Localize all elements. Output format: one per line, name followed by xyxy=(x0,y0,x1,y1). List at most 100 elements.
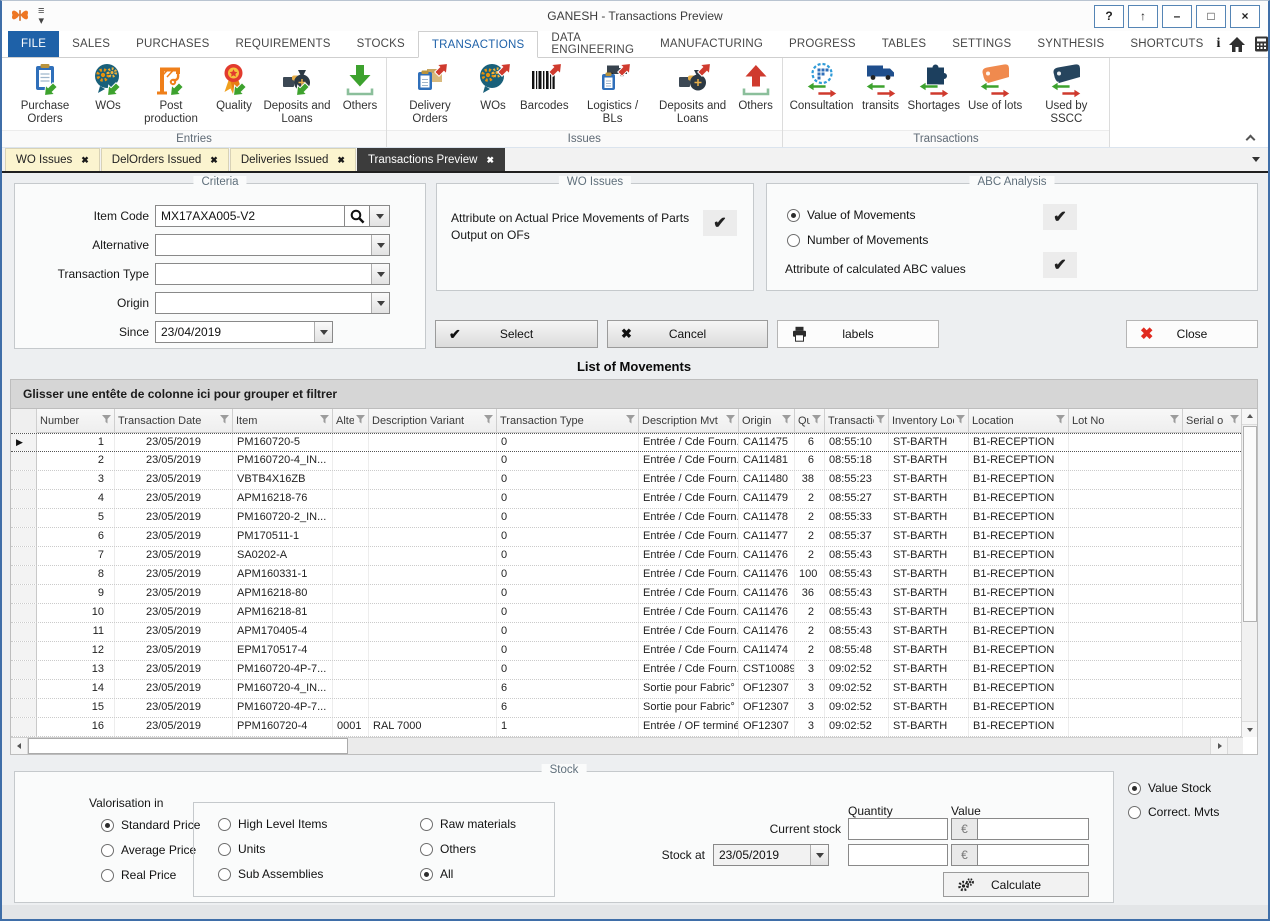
ribbon-button-shortages-transactions[interactable]: Shortages xyxy=(904,61,964,127)
cell-description-variant[interactable] xyxy=(369,566,497,584)
cell-qu[interactable]: 3 xyxy=(795,699,825,717)
alternative-combo[interactable] xyxy=(155,234,390,256)
cell-lot-no[interactable] xyxy=(1069,604,1183,622)
cell-transaction-type[interactable]: 0 xyxy=(497,604,639,622)
row-selector[interactable] xyxy=(11,585,37,603)
cell-transaction-type[interactable]: 0 xyxy=(497,434,639,451)
cell-item[interactable]: PM160720-4P-7... xyxy=(233,661,333,679)
cell-origin[interactable]: OF12307 xyxy=(739,718,795,736)
help-button[interactable]: ? xyxy=(1094,5,1124,28)
cell-lot-no[interactable] xyxy=(1069,509,1183,527)
ribbon-button-use-of-lots-transactions[interactable]: Use of lots xyxy=(964,61,1026,127)
cell-description-mvt[interactable]: Entrée / Cde Fourn. xyxy=(639,585,739,603)
cell-lot-no[interactable] xyxy=(1069,642,1183,660)
cell-number[interactable]: 13 xyxy=(37,661,115,679)
table-row[interactable]: 323/05/2019VBTB4X16ZB0Entrée / Cde Fourn… xyxy=(11,471,1243,490)
home-icon[interactable] xyxy=(1229,37,1245,52)
cell-description-variant[interactable] xyxy=(369,585,497,603)
cell-inventory-loc[interactable]: ST-BARTH xyxy=(889,604,969,622)
cell-alte[interactable] xyxy=(333,490,369,508)
current-stock-quantity-input[interactable] xyxy=(848,818,948,840)
cell-qu[interactable]: 2 xyxy=(795,623,825,641)
cell-alte[interactable] xyxy=(333,642,369,660)
radio-value-stock[interactable]: Value Stock xyxy=(1128,781,1211,795)
column-header-alte[interactable]: Alte xyxy=(333,409,369,433)
column-header-origin[interactable]: Origin xyxy=(739,409,795,433)
cell-location[interactable]: B1-RECEPTION xyxy=(969,528,1069,546)
cell-transaction-date[interactable]: 23/05/2019 xyxy=(115,623,233,641)
filter-funnel-icon[interactable] xyxy=(1056,415,1065,427)
cell-origin[interactable]: CA11479 xyxy=(739,490,795,508)
cell-alte[interactable] xyxy=(333,604,369,622)
cell-item[interactable]: PM160720-4_IN... xyxy=(233,680,333,698)
cell-transaction-type[interactable]: 0 xyxy=(497,585,639,603)
cell-item[interactable]: APM160331-1 xyxy=(233,566,333,584)
cell-location[interactable]: B1-RECEPTION xyxy=(969,585,1069,603)
cell-serial-o[interactable] xyxy=(1183,718,1243,736)
vertical-scroll-thumb[interactable] xyxy=(1243,426,1257,622)
menu-tab-purchases[interactable]: PURCHASES xyxy=(123,31,222,57)
table-row[interactable]: 723/05/2019SA0202-A0Entrée / Cde Fourn.C… xyxy=(11,547,1243,566)
cell-alte[interactable]: 0001 xyxy=(333,718,369,736)
radio-units[interactable]: Units xyxy=(218,842,265,856)
cell-number[interactable]: 6 xyxy=(37,528,115,546)
cell-lot-no[interactable] xyxy=(1069,585,1183,603)
combo-arrow-button[interactable] xyxy=(371,264,389,284)
cell-description-mvt[interactable]: Entrée / Cde Fourn. xyxy=(639,623,739,641)
row-selector[interactable] xyxy=(11,623,37,641)
scroll-down-button[interactable] xyxy=(1242,721,1257,737)
cell-transaction-type[interactable]: 0 xyxy=(497,509,639,527)
cell-qu[interactable]: 3 xyxy=(795,680,825,698)
cell-alte[interactable] xyxy=(333,509,369,527)
horizontal-scrollbar[interactable] xyxy=(11,737,1243,754)
cell-inventory-loc[interactable]: ST-BARTH xyxy=(889,490,969,508)
cell-number[interactable]: 8 xyxy=(37,566,115,584)
cell-origin[interactable]: CA11475 xyxy=(739,434,795,451)
cell-number[interactable]: 2 xyxy=(37,452,115,470)
cell-transactio[interactable]: 08:55:18 xyxy=(825,452,889,470)
table-row[interactable]: 923/05/2019APM16218-800Entrée / Cde Four… xyxy=(11,585,1243,604)
cell-item[interactable]: VBTB4X16ZB xyxy=(233,471,333,489)
cell-description-mvt[interactable]: Entrée / Cde Fourn. xyxy=(639,528,739,546)
cell-description-mvt[interactable]: Sortie pour Fabric° xyxy=(639,680,739,698)
row-selector[interactable] xyxy=(11,718,37,736)
filter-funnel-icon[interactable] xyxy=(356,415,365,427)
cell-number[interactable]: 4 xyxy=(37,490,115,508)
doc-tabs-dropdown-icon[interactable] xyxy=(1252,157,1260,166)
combo-arrow-button[interactable] xyxy=(371,235,389,255)
column-header-transaction-type[interactable]: Transaction Type xyxy=(497,409,639,433)
radio-all[interactable]: All xyxy=(420,867,453,881)
cell-number[interactable]: 11 xyxy=(37,623,115,641)
cell-transactio[interactable]: 09:02:52 xyxy=(825,718,889,736)
column-header-serial-o[interactable]: Serial o xyxy=(1183,409,1243,433)
cell-inventory-loc[interactable]: ST-BARTH xyxy=(889,566,969,584)
cell-description-variant[interactable] xyxy=(369,680,497,698)
cell-inventory-loc[interactable]: ST-BARTH xyxy=(889,718,969,736)
cell-transaction-type[interactable]: 0 xyxy=(497,547,639,565)
cell-transaction-type[interactable]: 0 xyxy=(497,528,639,546)
cell-serial-o[interactable] xyxy=(1183,661,1243,679)
cell-alte[interactable] xyxy=(333,585,369,603)
cell-inventory-loc[interactable]: ST-BARTH xyxy=(889,547,969,565)
cell-transaction-type[interactable]: 6 xyxy=(497,680,639,698)
cell-alte[interactable] xyxy=(333,699,369,717)
cell-item[interactable]: PM160720-2_IN... xyxy=(233,509,333,527)
cell-number[interactable]: 7 xyxy=(37,547,115,565)
table-row[interactable]: 1423/05/2019PM160720-4_IN...6Sortie pour… xyxy=(11,680,1243,699)
cell-description-variant[interactable] xyxy=(369,528,497,546)
stock-at-quantity-input[interactable] xyxy=(848,844,948,866)
cell-description-variant[interactable] xyxy=(369,452,497,470)
cell-qu[interactable]: 2 xyxy=(795,642,825,660)
cell-item[interactable]: APM16218-76 xyxy=(233,490,333,508)
cell-origin[interactable]: CA11476 xyxy=(739,604,795,622)
cell-transaction-type[interactable]: 6 xyxy=(497,699,639,717)
column-header-inventory-loc[interactable]: Inventory Loc xyxy=(889,409,969,433)
row-selector[interactable] xyxy=(11,604,37,622)
cell-description-variant[interactable]: RAL 7000 xyxy=(369,718,497,736)
cell-transaction-date[interactable]: 23/05/2019 xyxy=(115,566,233,584)
cell-serial-o[interactable] xyxy=(1183,509,1243,527)
cell-transaction-type[interactable]: 0 xyxy=(497,471,639,489)
cell-number[interactable]: 12 xyxy=(37,642,115,660)
scroll-right-button[interactable] xyxy=(1210,738,1227,754)
filter-funnel-icon[interactable] xyxy=(102,415,111,427)
